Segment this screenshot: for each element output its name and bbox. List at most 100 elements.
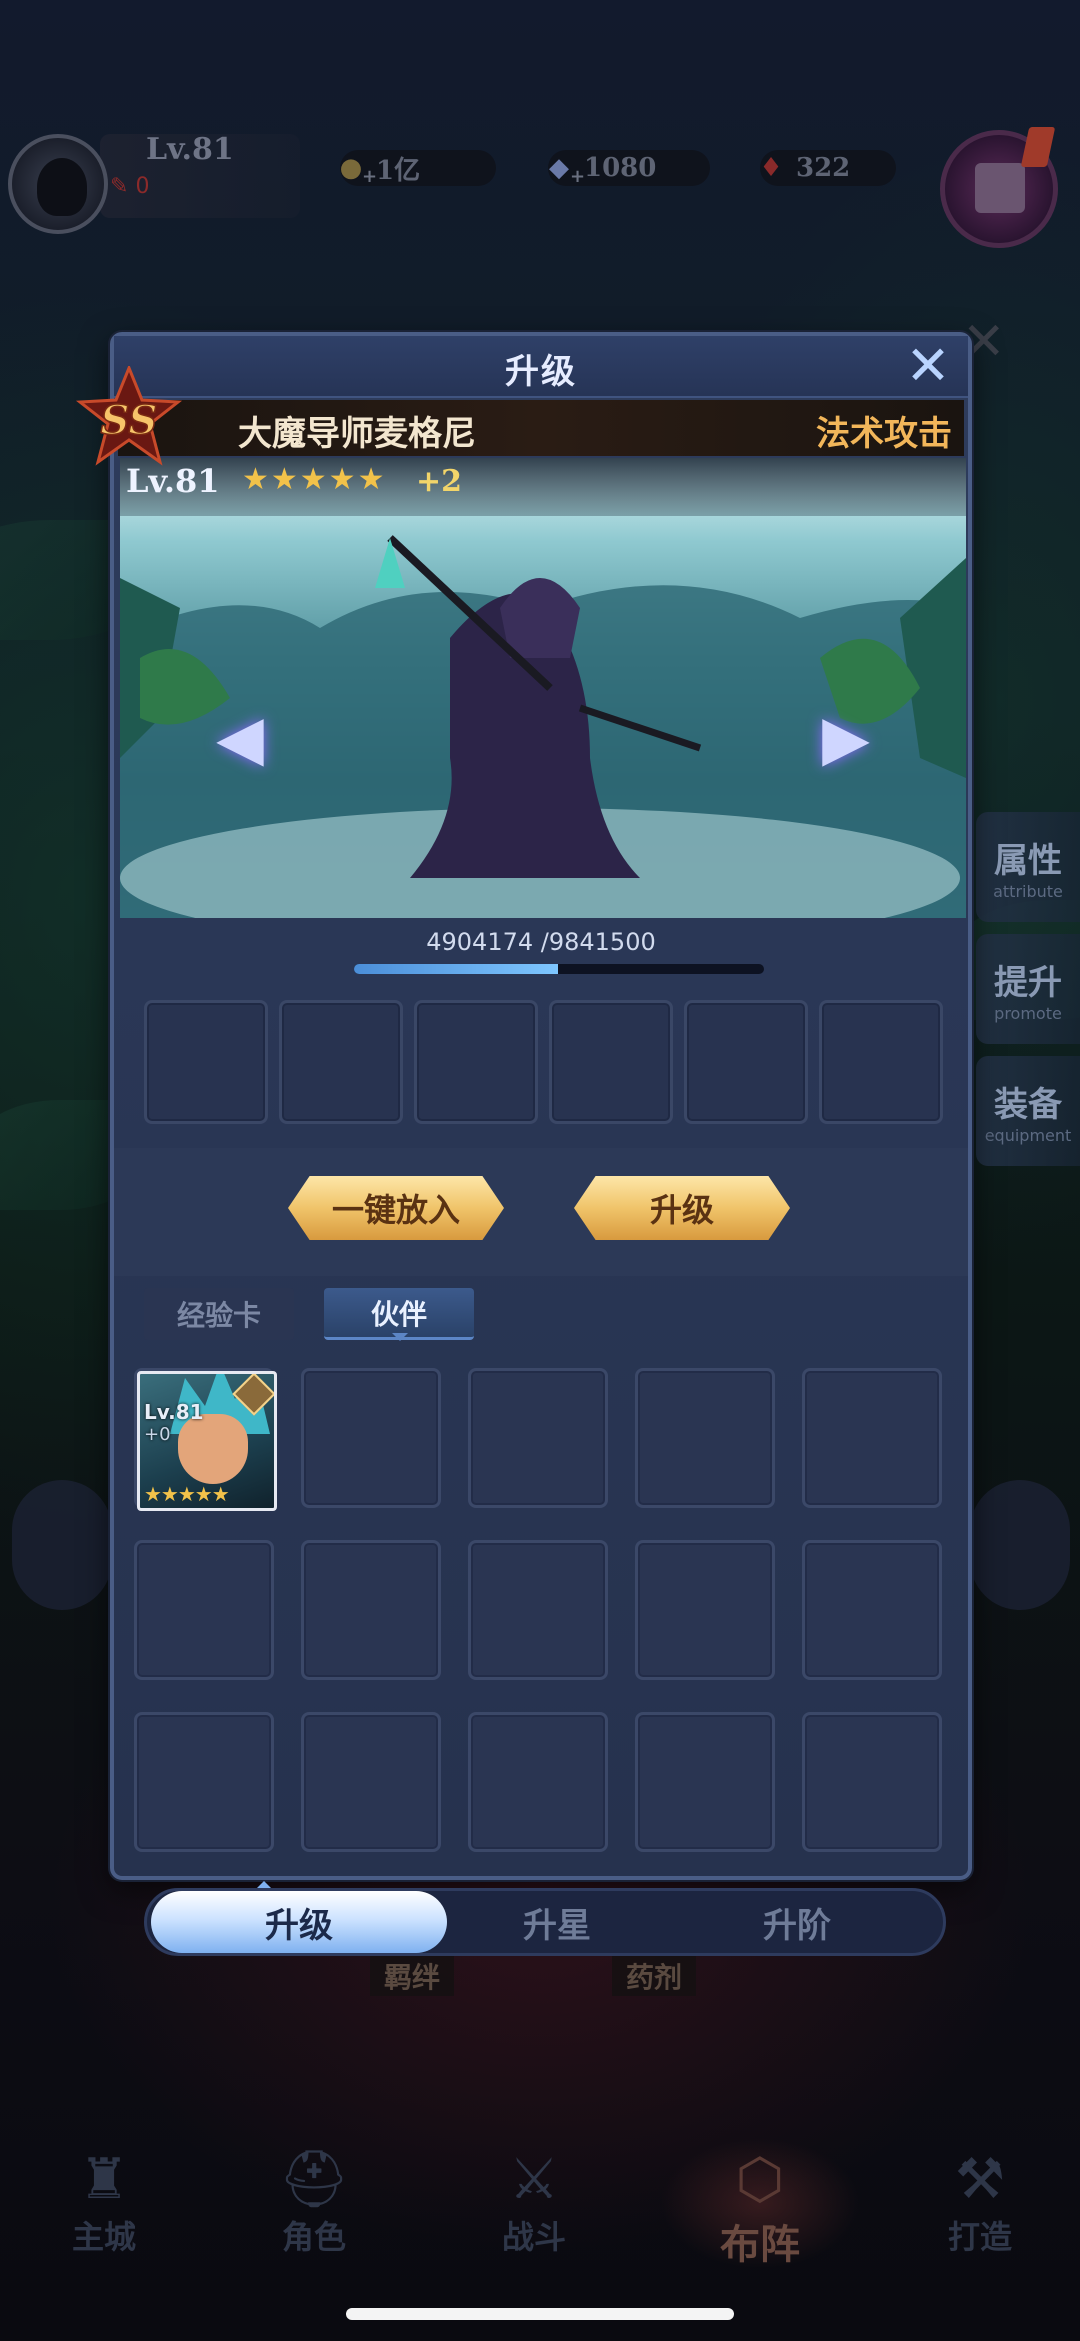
tab-upgrade[interactable]: 升级 <box>151 1891 447 1953</box>
partner-slot[interactable] <box>134 1712 274 1852</box>
castle-icon: ♜ <box>78 2147 130 2212</box>
prev-hero-arrow-icon[interactable]: ◀ <box>210 707 270 769</box>
background-prev-arrow-icon <box>12 1480 112 1610</box>
partner-slot[interactable] <box>802 1712 942 1852</box>
rank-badge: SS <box>74 364 184 466</box>
close-icon[interactable]: ✕ <box>902 339 954 394</box>
helmet-icon: ⛑ <box>278 2147 350 2212</box>
nav-label: 打造 <box>947 2218 1012 2256</box>
partner-slot[interactable] <box>301 1712 441 1852</box>
bond-label: 羁绊 <box>370 1956 455 1996</box>
hero-attack-type: 法术攻击 <box>816 414 952 454</box>
material-slot[interactable] <box>279 1000 403 1124</box>
partner-slot[interactable] <box>468 1368 608 1508</box>
exp-progress: 4904174 /9841500 <box>114 924 968 984</box>
partner-slot[interactable] <box>468 1712 608 1852</box>
partner-slot[interactable] <box>802 1368 942 1508</box>
add-icon: + <box>570 166 586 187</box>
partner-slot[interactable] <box>635 1540 775 1680</box>
partner-slot[interactable] <box>468 1540 608 1680</box>
nav-label: 布阵 <box>720 2221 800 2268</box>
side-tab-sublabel: equipment <box>984 1126 1072 1145</box>
auto-fill-button[interactable]: 一键放入 <box>288 1176 504 1240</box>
tab-advance[interactable]: 升阶 <box>647 1891 947 1953</box>
home-indicator <box>346 2308 734 2320</box>
next-hero-arrow-icon[interactable]: ▶ <box>816 707 876 769</box>
partner-slot[interactable] <box>301 1540 441 1680</box>
material-slot[interactable] <box>414 1000 538 1124</box>
partner-stars: ★★★★★ <box>144 1482 230 1506</box>
side-tab-equipment[interactable]: 装备 equipment <box>976 1056 1080 1166</box>
side-tab-sublabel: promote <box>994 1004 1062 1023</box>
ruby-value: 322 <box>796 153 851 183</box>
partner-grid: Lv.81 +0 ★★★★★ <box>134 1368 942 1852</box>
side-tab-label: 提升 <box>994 963 1062 1003</box>
upgrade-mode-tabs: 升级 升星 升阶 <box>144 1888 946 1956</box>
resource-gold[interactable]: ● + 1亿 <box>340 150 496 187</box>
nav-label: 主城 <box>71 2218 136 2256</box>
side-tab-label: 属性 <box>994 841 1062 881</box>
hero-face <box>178 1414 248 1484</box>
material-slots <box>144 1000 943 1124</box>
nav-label: 角色 <box>281 2218 346 2256</box>
background-next-arrow-icon <box>970 1480 1070 1610</box>
partner-card[interactable]: Lv.81 +0 ★★★★★ <box>137 1371 277 1511</box>
material-slot[interactable] <box>684 1000 808 1124</box>
partner-slot[interactable] <box>301 1368 441 1508</box>
upgrade-panel: 升级 ✕ 大魔导师麦格尼 法术攻击 Lv.81 ★★★★★ +2 ◀ ▶ SS … <box>75 332 972 1956</box>
partner-slot[interactable]: Lv.81 +0 ★★★★★ <box>134 1368 277 1511</box>
rank-star-icon: SS <box>75 364 183 466</box>
hero-illustration <box>120 535 966 918</box>
player-avatar[interactable] <box>8 134 108 234</box>
material-slot[interactable] <box>549 1000 673 1124</box>
ruby-icon: ♦ <box>759 153 783 183</box>
exp-bar <box>354 964 764 974</box>
partner-level: Lv.81 <box>144 1400 204 1424</box>
action-area: 一键放入 升级 <box>114 1148 968 1276</box>
resource-diamond[interactable]: ◆ + 1080 <box>548 150 710 187</box>
hero-level-row: Lv.81 ★★★★★ +2 <box>120 458 966 516</box>
nav-character[interactable]: ⛑ 角色 <box>234 2148 394 2258</box>
nav-forge[interactable]: ⚒ 打造 <box>900 2148 1060 2258</box>
partner-slot[interactable] <box>635 1368 775 1508</box>
partner-slot[interactable] <box>635 1712 775 1852</box>
player-red-value: ✎ 0 <box>110 174 150 199</box>
partner-slot[interactable] <box>134 1540 274 1680</box>
tab-exp-card[interactable]: 经验卡 <box>144 1288 294 1340</box>
bottom-navigation: ♜ 主城 ⛑ 角色 ⚔ 战斗 ⬡ 布阵 ⚒ 打造 <box>0 2128 1080 2268</box>
side-tab-label: 装备 <box>994 1085 1062 1125</box>
red-value-text: 0 <box>135 174 150 199</box>
side-tab-promote[interactable]: 提升 promote <box>976 934 1080 1044</box>
rank-text: SS <box>101 397 158 444</box>
add-icon: + <box>362 166 378 187</box>
hero-portrait-art: Lv.81 ★★★★★ +2 ◀ ▶ <box>120 458 966 918</box>
formation-icon: ⬡ <box>735 2147 785 2212</box>
material-slot[interactable] <box>144 1000 268 1124</box>
quest-scroll-button[interactable] <box>940 127 1058 248</box>
hood-avatar-icon <box>37 158 87 216</box>
crossed-swords-icon: ⚔ <box>508 2147 560 2212</box>
nav-formation[interactable]: ⬡ 布阵 <box>680 2148 840 2270</box>
partner-slot[interactable] <box>802 1540 942 1680</box>
exp-text: 4904174 /9841500 <box>426 928 656 956</box>
side-tab-attribute[interactable]: 属性 attribute <box>976 812 1080 922</box>
hero-level: Lv.81 <box>126 462 220 500</box>
hero-name: 大魔导师麦格尼 <box>238 414 476 454</box>
nav-battle[interactable]: ⚔ 战斗 <box>454 2148 614 2258</box>
partner-plus: +0 <box>144 1424 171 1445</box>
upgrade-button[interactable]: 升级 <box>574 1176 790 1240</box>
potion-label: 药剂 <box>612 1956 697 1996</box>
alert-icon <box>1020 127 1056 167</box>
hero-plus-level: +2 <box>416 464 463 499</box>
player-level: Lv.81 <box>146 132 234 167</box>
nav-main-city[interactable]: ♜ 主城 <box>24 2148 184 2258</box>
side-tab-sublabel: attribute <box>993 882 1063 901</box>
tab-partner[interactable]: 伙伴 <box>324 1288 474 1341</box>
diamond-value: 1080 <box>584 153 657 183</box>
gold-value: 1亿 <box>376 155 421 186</box>
resource-ruby[interactable]: ♦ 322 <box>759 150 896 186</box>
panel-header: 升级 ✕ <box>114 336 968 398</box>
exp-bar-fill <box>354 964 559 974</box>
hero-stars: ★★★★★ <box>242 462 387 497</box>
material-slot[interactable] <box>819 1000 943 1124</box>
